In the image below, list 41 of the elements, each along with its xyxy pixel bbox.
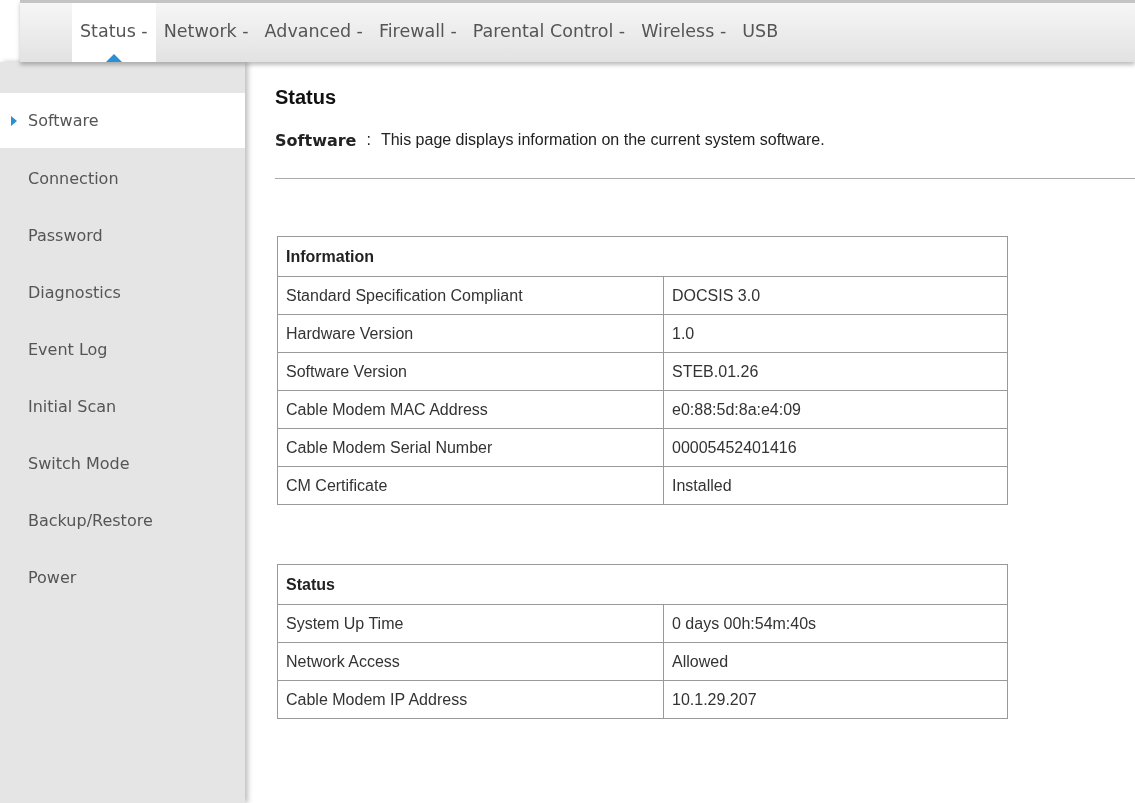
label-cell: CM Certificate xyxy=(277,466,664,505)
sidebar-item[interactable]: Software xyxy=(0,93,245,148)
nav-tab[interactable]: Network - xyxy=(155,3,257,62)
value-cell: 1.0 xyxy=(663,314,1008,353)
value-cell: DOCSIS 3.0 xyxy=(663,276,1008,315)
sidebar-item[interactable]: Diagnostics xyxy=(0,264,245,321)
nav-tab[interactable]: USB xyxy=(734,3,787,62)
nav-tab[interactable]: Advanced - xyxy=(256,3,371,62)
description-separator: : xyxy=(366,131,371,150)
sidebar-item[interactable]: Power xyxy=(0,549,245,606)
value-cell: 00005452401416 xyxy=(663,428,1008,467)
sidebar-item[interactable]: Event Log xyxy=(0,321,245,378)
value-cell: STEB.01.26 xyxy=(663,352,1008,391)
value-cell: 10.1.29.207 xyxy=(663,680,1008,719)
label-cell: Cable Modem MAC Address xyxy=(277,390,664,429)
value-cell: 0 days 00h:54m:40s xyxy=(663,604,1008,643)
sidebar-item[interactable]: Initial Scan xyxy=(0,378,245,435)
label-cell: System Up Time xyxy=(277,604,664,643)
table-header: Status xyxy=(277,564,1008,605)
nav-tab[interactable]: Status - xyxy=(72,3,156,62)
label-cell: Standard Specification Compliant xyxy=(277,276,664,315)
nav-tab[interactable]: Parental Control - xyxy=(464,3,634,62)
sidebar-item[interactable]: Password xyxy=(0,207,245,264)
selection-arrow-icon xyxy=(11,115,17,126)
label-cell: Cable Modem IP Address xyxy=(277,680,664,719)
value-cell: e0:88:5d:8a:e4:09 xyxy=(663,390,1008,429)
value-cell: Installed xyxy=(663,466,1008,505)
nav-tab[interactable]: Firewall - xyxy=(370,3,465,62)
value-cell: Allowed xyxy=(663,642,1008,681)
page-title: Status xyxy=(275,86,338,109)
page-description: This page displays information on the current system software. xyxy=(380,131,825,150)
sidebar-item[interactable]: Connection xyxy=(0,150,245,207)
label-cell: Cable Modem Serial Number xyxy=(277,428,664,467)
description-label: Software xyxy=(275,131,357,150)
label-cell: Network Access xyxy=(277,642,664,681)
sidebar-item[interactable]: Backup/Restore xyxy=(0,492,245,549)
table-header: Information xyxy=(277,236,1008,277)
label-cell: Hardware Version xyxy=(277,314,664,353)
label-cell: Software Version xyxy=(277,352,664,391)
sidebar-item[interactable]: Switch Mode xyxy=(0,435,245,492)
nav-tab[interactable]: Wireless - xyxy=(633,3,735,62)
